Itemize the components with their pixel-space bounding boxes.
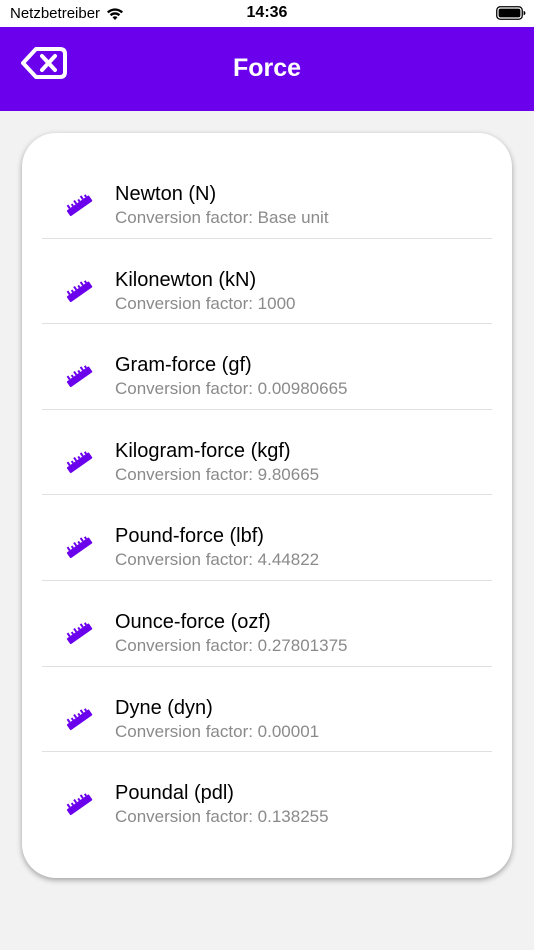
unit-list: Newton (N) Conversion factor: Base unit …	[22, 153, 512, 838]
list-item[interactable]: Dyne (dyn) Conversion factor: 0.00001	[42, 667, 492, 753]
ruler-icon	[66, 451, 93, 473]
list-item[interactable]: Kilogram-force (kgf) Conversion factor: …	[42, 410, 492, 496]
ruler-icon	[66, 707, 93, 730]
unit-name: Poundal (pdl)	[115, 782, 234, 805]
list-item[interactable]: Poundal (pdl) Conversion factor: 0.13825…	[42, 752, 492, 838]
ruler-icon	[66, 194, 93, 217]
ruler-icon	[66, 793, 93, 816]
app-header: Force	[0, 27, 534, 111]
unit-name: Kilonewton (kN)	[115, 268, 257, 291]
conversion-factor: Conversion factor: 0.138255	[115, 807, 329, 827]
list-item[interactable]: Gram-force (gf) Conversion factor: 0.009…	[42, 324, 492, 410]
status-bar: Netzbetreiber 14:36	[0, 0, 534, 27]
ruler-icon	[66, 622, 93, 645]
conversion-factor: Conversion factor: Base unit	[115, 208, 329, 227]
unit-name: Gram-force (gf)	[115, 354, 252, 377]
conversion-factor: Conversion factor: 0.00980665	[115, 379, 348, 399]
ruler-icon	[66, 365, 93, 388]
list-item[interactable]: Kilonewton (kN) Conversion factor: 1000	[42, 239, 492, 325]
units-card: Newton (N) Conversion factor: Base unit …	[22, 133, 512, 878]
list-item[interactable]: Ounce-force (ozf) Conversion factor: 0.2…	[42, 581, 492, 667]
ruler-icon	[66, 279, 93, 302]
unit-name: Ounce-force (ozf)	[115, 610, 271, 633]
unit-name: Pound-force (lbf)	[115, 525, 264, 548]
unit-name: Newton (N)	[115, 183, 217, 205]
list-item[interactable]: Newton (N) Conversion factor: Base unit	[42, 153, 492, 239]
conversion-factor: Conversion factor: 0.27801375	[115, 635, 348, 655]
ruler-icon	[66, 536, 93, 559]
unit-name: Dyne (dyn)	[115, 696, 213, 719]
page-title: Force	[232, 54, 302, 82]
status-time: 14:36	[246, 4, 288, 21]
unit-name: Kilogram-force (kgf)	[115, 439, 291, 462]
conversion-factor: Conversion factor: 0.00001	[115, 721, 320, 741]
conversion-factor: Conversion factor: 9.80665	[115, 464, 320, 484]
list-item[interactable]: Pound-force (lbf) Conversion factor: 4.4…	[42, 495, 492, 581]
battery-icon	[496, 6, 526, 20]
conversion-factor: Conversion factor: 1000	[115, 293, 296, 313]
conversion-factor: Conversion factor: 4.44822	[115, 550, 320, 570]
